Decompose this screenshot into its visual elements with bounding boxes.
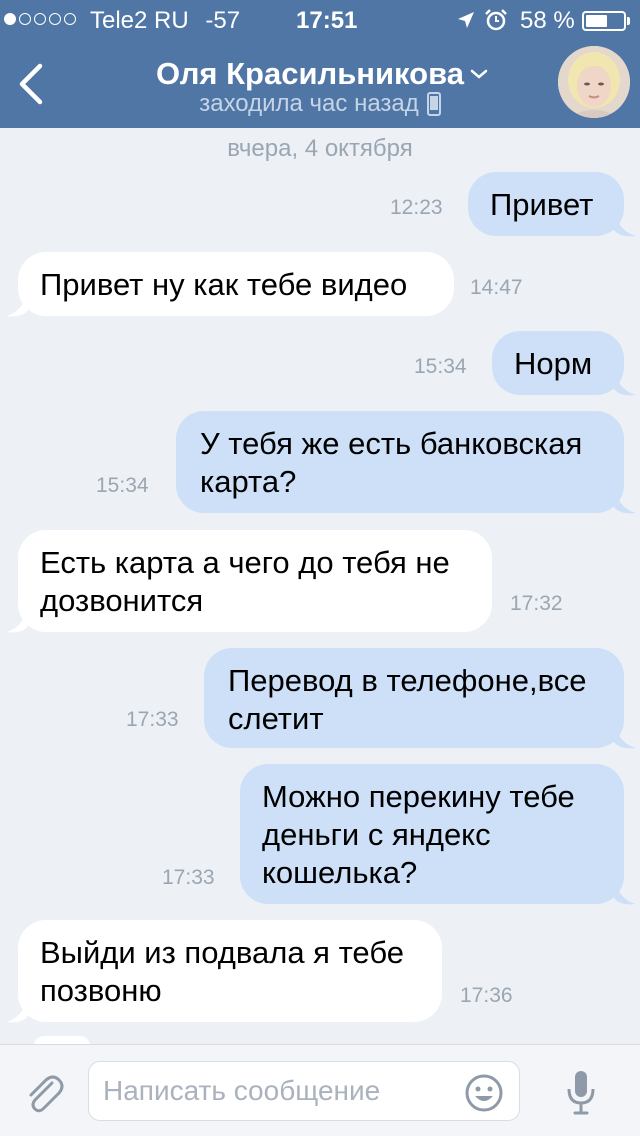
message-text-line: карта? [200,464,297,499]
bubble-tail [6,998,28,1023]
carrier-name: Tele2 RU [90,7,189,34]
dropdown-chevron-icon [470,69,488,79]
message-text-line: деньги с яндекс [262,817,491,852]
bubble-tail [614,212,636,237]
contact-name: Оля Красильникова [156,56,464,91]
last-seen-label: заходила час назад [199,90,419,117]
message-text: Привет ну как тебе видео [40,267,408,302]
message-time: 17:32 [510,592,563,615]
signal-dbm: -57 [205,7,241,34]
carrier-label: Tele2 RU -57 [90,7,240,35]
contact-status-row: заходила час назад [0,90,640,118]
bubble-tail [614,880,636,905]
emoji-icon[interactable] [464,1073,504,1113]
message-time: 15:34 [96,474,149,497]
message-text-line: кошелька? [262,855,418,890]
location-arrow-icon [458,12,474,28]
message-text-line: Есть карта а чего до тебя не [40,545,450,580]
message-text-line: Можно перекину тебе [262,779,575,814]
bubble-tail [614,489,636,514]
status-time: 17:51 [296,7,358,34]
message-bubble-outgoing[interactable]: У тебя же есть банковская карта? [176,411,624,513]
contact-avatar[interactable] [558,46,630,118]
message-time: 17:33 [126,708,179,731]
message-bubble-incoming[interactable]: Выйди из подвала я тебе позвоню [18,920,442,1022]
message-bubble-outgoing[interactable]: Можно перекину тебе деньги с яндекс коше… [240,764,624,904]
date-separator: вчера, 4 октября [227,135,413,162]
message-input[interactable] [88,1061,520,1121]
message-text-line: Выйди из подвала я тебе [40,935,404,970]
status-bar: Tele2 RU -57 17:51 58 % [0,0,640,40]
microphone-icon[interactable] [566,1069,596,1117]
message-text-line: слетит [228,701,324,736]
message-text-line: позвоню [40,973,162,1008]
alarm-clock-icon [485,9,507,31]
contact-title-button[interactable]: Оля Красильникова [156,56,488,92]
paperclip-icon[interactable] [22,1071,66,1115]
message-bubble-outgoing[interactable]: Привет [468,172,624,236]
message-text-line: дозвонится [40,583,204,618]
message-text: Привет [490,187,594,222]
message-time: 17:33 [162,866,215,889]
message-time: 17:36 [460,984,513,1007]
message-time: 14:47 [470,276,523,299]
battery-icon [582,11,626,31]
message-bubble-incoming[interactable]: Привет ну как тебе видео [18,252,454,316]
message-time: 15:34 [414,355,467,378]
message-bubble-outgoing[interactable]: Норм [492,331,624,395]
contact-name-row: Оля Красильникова [0,56,640,92]
message-bubble-incoming[interactable]: Есть карта а чего до тебя не дозвонится [18,530,492,632]
message-input-bar [0,1044,640,1136]
bubble-tail [614,371,636,396]
bubble-tail [6,608,28,633]
message-text-line: У тебя же есть банковская [200,426,583,461]
chat-header: Tele2 RU -57 17:51 58 % Оля Красильников… [0,0,640,128]
message-text-line: Перевод в телефоне,все [228,663,587,698]
message-bubble-outgoing[interactable]: Перевод в телефоне,все слетит [204,648,624,748]
bubble-tail [614,724,636,749]
message-time: 12:23 [390,196,443,219]
battery-percent: 58 % [520,7,575,34]
message-text: Норм [514,346,593,381]
phone-icon [426,92,441,116]
bubble-tail [6,292,28,317]
signal-strength-icon [4,13,76,25]
